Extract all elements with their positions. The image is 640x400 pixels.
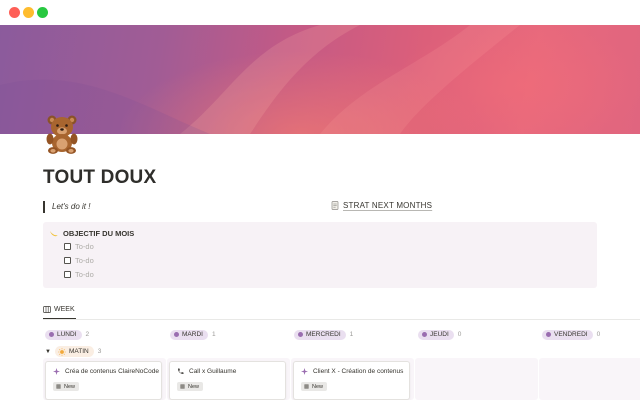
- minimize-window-button[interactable]: [23, 7, 34, 18]
- callout-heading[interactable]: OBJECTIF DU MOIS: [49, 229, 134, 238]
- column-count: 2: [85, 331, 90, 338]
- tag-icon: [180, 384, 185, 389]
- column-count: 1: [349, 331, 354, 338]
- column-pill: JEUDI: [418, 329, 454, 340]
- group-header-matin[interactable]: ▼ MATIN 3: [45, 346, 101, 357]
- column-header-mercredi[interactable]: MERCREDI 1: [294, 328, 353, 341]
- objective-callout: OBJECTIF DU MOIS To-do To-do To-do: [43, 222, 597, 288]
- board-lane-vendredi: [539, 358, 640, 400]
- card-title: Client X - Création de contenus: [301, 368, 403, 375]
- sparkle-icon: [53, 368, 60, 375]
- group-pill: MATIN: [54, 346, 94, 357]
- todo-checkbox[interactable]: [64, 243, 71, 250]
- todo-placeholder: To-do: [75, 256, 94, 265]
- card-title: Call x Guillaume: [177, 368, 236, 375]
- card-status-tag: New: [177, 382, 204, 391]
- sun-icon: [58, 347, 66, 356]
- card-tag-label: New: [312, 383, 324, 390]
- todo-checkbox[interactable]: [64, 271, 71, 278]
- tab-divider: [43, 319, 640, 320]
- column-pill: LUNDI: [45, 329, 82, 340]
- todo-checkbox[interactable]: [64, 257, 71, 264]
- status-dot-icon: [174, 332, 179, 337]
- column-label: VENDREDI: [554, 331, 588, 338]
- document-icon: [331, 201, 339, 210]
- column-label: LUNDI: [57, 331, 77, 338]
- column-header-lundi[interactable]: LUNDI 2: [45, 328, 89, 341]
- tag-icon: [56, 384, 61, 389]
- todo-placeholder: To-do: [75, 270, 94, 279]
- column-header-mardi[interactable]: MARDI 1: [170, 328, 216, 341]
- window-titlebar: [0, 0, 640, 25]
- quote-block[interactable]: Let's do it !: [43, 201, 90, 213]
- todo-item[interactable]: To-do: [64, 270, 94, 279]
- card-tag-label: New: [64, 383, 76, 390]
- teddy-bear-icon[interactable]: [43, 114, 81, 154]
- close-window-button[interactable]: [9, 7, 20, 18]
- todo-placeholder: To-do: [75, 242, 94, 251]
- card-status-tag: New: [53, 382, 80, 391]
- phone-icon: [177, 368, 184, 375]
- group-count: 3: [97, 348, 102, 355]
- collapse-triangle-icon[interactable]: ▼: [45, 349, 51, 355]
- column-pill: VENDREDI: [542, 329, 593, 340]
- group-label: MATIN: [68, 348, 89, 355]
- page-title[interactable]: TOUT DOUX: [43, 167, 156, 189]
- tab-week[interactable]: WEEK: [43, 306, 75, 313]
- status-dot-icon: [298, 332, 303, 337]
- column-header-vendredi[interactable]: VENDREDI 0: [542, 328, 600, 341]
- column-pill: MERCREDI: [294, 329, 346, 340]
- sparkle-icon: [301, 368, 308, 375]
- column-count: 0: [596, 331, 601, 338]
- todo-item[interactable]: To-do: [64, 242, 94, 251]
- column-label: JEUDI: [430, 331, 449, 338]
- crescent-icon: [50, 231, 58, 237]
- card-title-text: Client X - Création de contenus: [313, 368, 404, 375]
- card-title-text: Créa de contenus ClaireNoCode: [65, 368, 159, 375]
- column-label: MARDI: [182, 331, 203, 338]
- board-lane-jeudi: [415, 358, 538, 400]
- strat-page-link[interactable]: STRAT NEXT MONTHS: [331, 200, 432, 212]
- card-tag-label: New: [188, 383, 200, 390]
- column-header-jeudi[interactable]: JEUDI 0: [418, 328, 461, 341]
- board-card[interactable]: Client X - Création de contenus New: [293, 361, 410, 400]
- card-title: Créa de contenus ClaireNoCode: [53, 368, 159, 375]
- status-dot-icon: [546, 332, 551, 337]
- cover-wave-decoration: [0, 25, 520, 134]
- column-count: 1: [211, 331, 216, 338]
- card-title-text: Call x Guillaume: [189, 368, 237, 375]
- column-count: 0: [457, 331, 462, 338]
- tab-week-label: WEEK: [54, 306, 75, 313]
- column-label: MERCREDI: [306, 331, 341, 338]
- status-dot-icon: [422, 332, 427, 337]
- board-icon: [43, 306, 51, 313]
- column-pill: MARDI: [170, 329, 208, 340]
- status-dot-icon: [49, 332, 54, 337]
- callout-heading-text: OBJECTIF DU MOIS: [63, 229, 135, 238]
- tag-icon: [304, 384, 309, 389]
- board-card[interactable]: Call x Guillaume New: [169, 361, 286, 400]
- board-card[interactable]: Créa de contenus ClaireNoCode New: [45, 361, 162, 400]
- card-status-tag: New: [301, 382, 328, 391]
- todo-item[interactable]: To-do: [64, 256, 94, 265]
- strat-link-label: STRAT NEXT MONTHS: [343, 201, 433, 210]
- zoom-window-button[interactable]: [37, 7, 48, 18]
